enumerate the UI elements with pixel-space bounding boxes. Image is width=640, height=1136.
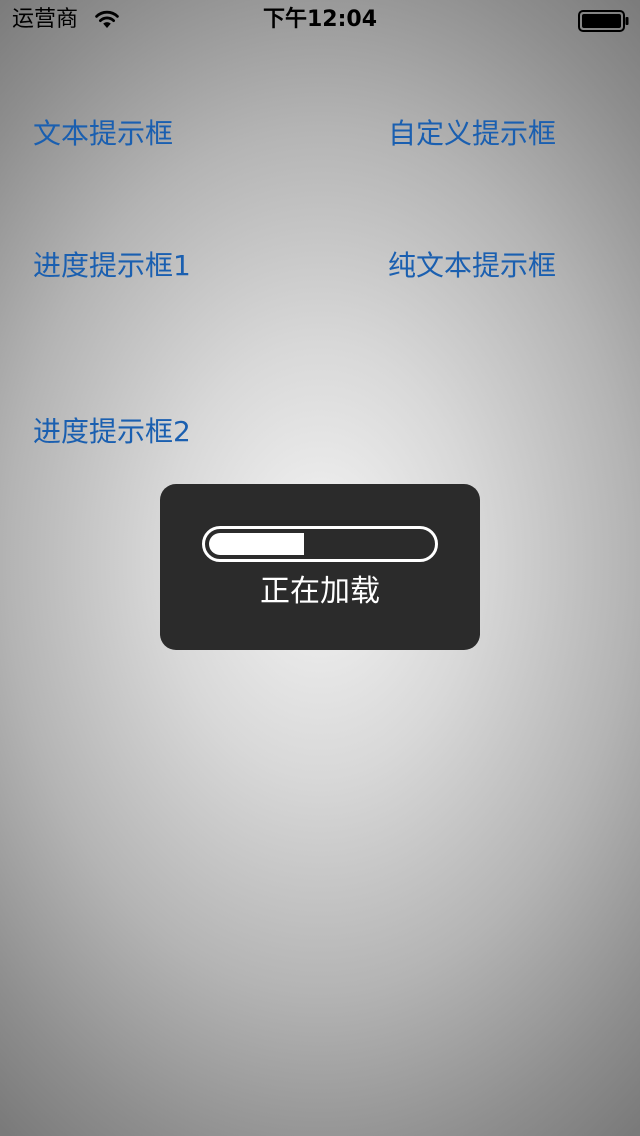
progress-hud-2-button[interactable]: 进度提示框2 xyxy=(33,414,191,450)
plain-text-hud-button[interactable]: 纯文本提示框 xyxy=(388,248,556,284)
loading-label: 正在加载 xyxy=(260,574,380,609)
battery-full-icon xyxy=(578,10,629,32)
loading-hud: 正在加载 xyxy=(160,484,480,650)
custom-hud-button[interactable]: 自定义提示框 xyxy=(388,116,556,152)
progress-bar xyxy=(202,526,438,562)
status-bar: 运营商 下午12:04 xyxy=(0,0,640,40)
text-hud-button[interactable]: 文本提示框 xyxy=(33,116,173,152)
progress-bar-fill xyxy=(209,533,304,555)
status-time: 下午12:04 xyxy=(262,7,378,32)
progress-hud-1-button[interactable]: 进度提示框1 xyxy=(33,248,191,284)
